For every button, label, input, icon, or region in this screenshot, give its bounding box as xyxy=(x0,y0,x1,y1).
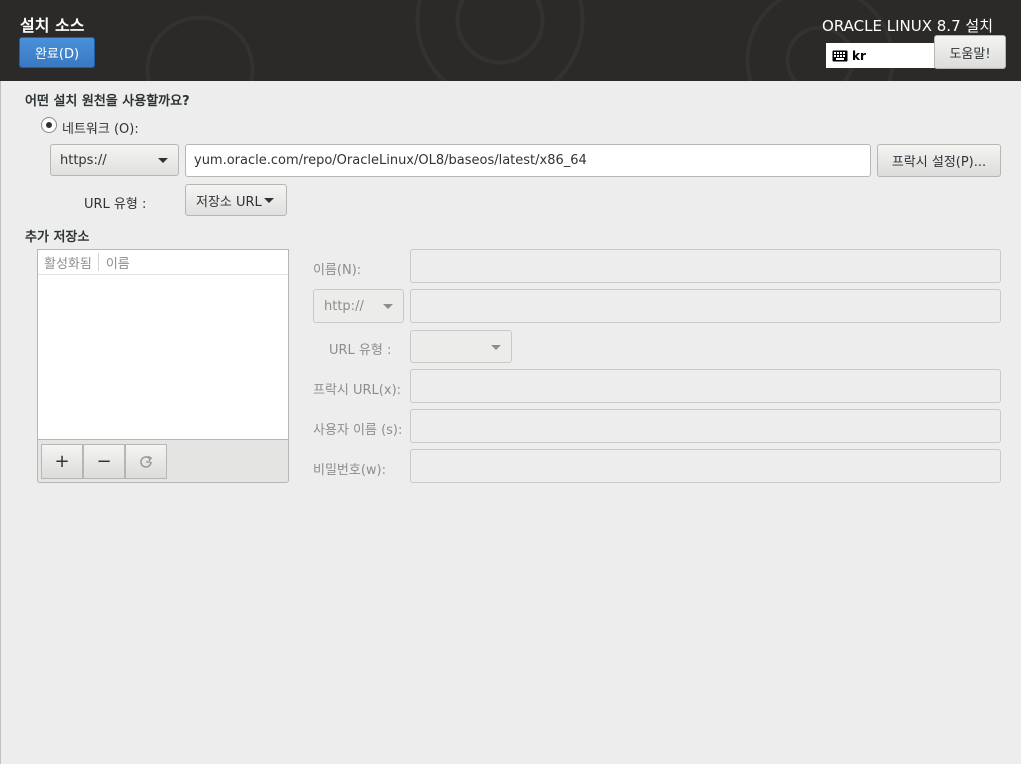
protocol-dropdown[interactable]: https:// xyxy=(50,144,179,176)
repo-username-label: 사용자 이름 (s): xyxy=(313,423,403,438)
repo-url-type-dropdown[interactable] xyxy=(410,330,512,363)
keyboard-layout-label: kr xyxy=(852,48,866,63)
column-header-name[interactable]: 이름 xyxy=(99,253,137,272)
remove-repo-button[interactable]: − xyxy=(83,444,125,479)
additional-repos-list[interactable]: 활성화됨 이름 xyxy=(37,249,289,440)
repo-name-input[interactable] xyxy=(410,249,1001,283)
refresh-repo-button[interactable] xyxy=(125,444,167,479)
chevron-down-icon xyxy=(264,198,274,203)
network-radio-label[interactable]: 네트워크 (O): xyxy=(62,118,139,137)
chevron-down-icon xyxy=(383,304,393,309)
url-type-label: URL 유형 : xyxy=(84,197,147,212)
keyboard-icon xyxy=(832,50,848,61)
protocol-dropdown-value: https:// xyxy=(60,152,107,168)
column-header-enabled[interactable]: 활성화됨 xyxy=(38,253,99,272)
keyboard-layout-indicator[interactable]: kr xyxy=(826,43,936,68)
repo-protocol-dropdown[interactable]: http:// xyxy=(313,289,404,323)
chevron-down-icon xyxy=(491,344,501,350)
repo-url-input[interactable]: yum.oracle.com/repo/OracleLinux/OL8/base… xyxy=(185,144,871,177)
left-border xyxy=(0,81,1,764)
repo-protocol-dropdown-value: http:// xyxy=(324,298,364,314)
url-type-dropdown[interactable]: 저장소 URL xyxy=(185,184,287,216)
source-question-heading: 어떤 설치 원천을 사용할까요? xyxy=(25,94,190,109)
network-radio[interactable] xyxy=(41,117,57,133)
header-bar: 설치 소스 완료(D) ORACLE LINUX 8.7 설치 kr 도움말! xyxy=(0,0,1021,81)
page-title: 설치 소스 xyxy=(20,16,85,35)
repo-name-label: 이름(N): xyxy=(313,263,362,278)
repo-proxy-input[interactable] xyxy=(410,369,1001,403)
help-button[interactable]: 도움말! xyxy=(934,35,1006,69)
proxy-setup-button[interactable]: 프락시 설정(P)... xyxy=(877,144,1001,177)
chevron-down-icon xyxy=(158,158,168,163)
product-title: ORACLE LINUX 8.7 설치 xyxy=(822,17,993,35)
repo-url-input-additional[interactable] xyxy=(410,289,1001,323)
repo-username-input[interactable] xyxy=(410,409,1001,443)
repo-proxy-label: 프락시 URL(x): xyxy=(313,383,402,398)
refresh-icon xyxy=(140,455,153,468)
repo-password-label: 비밀번호(w): xyxy=(313,463,386,478)
repo-list-toolbar: + − xyxy=(37,439,289,483)
add-repo-button[interactable]: + xyxy=(41,444,83,479)
repo-password-input[interactable] xyxy=(410,449,1001,483)
repo-list-header: 활성화됨 이름 xyxy=(38,250,288,275)
done-button[interactable]: 완료(D) xyxy=(19,37,95,68)
url-type-dropdown-value: 저장소 URL xyxy=(196,194,262,210)
repo-url-type-label: URL 유형 : xyxy=(329,343,392,358)
additional-repos-heading: 추가 저장소 xyxy=(25,230,90,245)
